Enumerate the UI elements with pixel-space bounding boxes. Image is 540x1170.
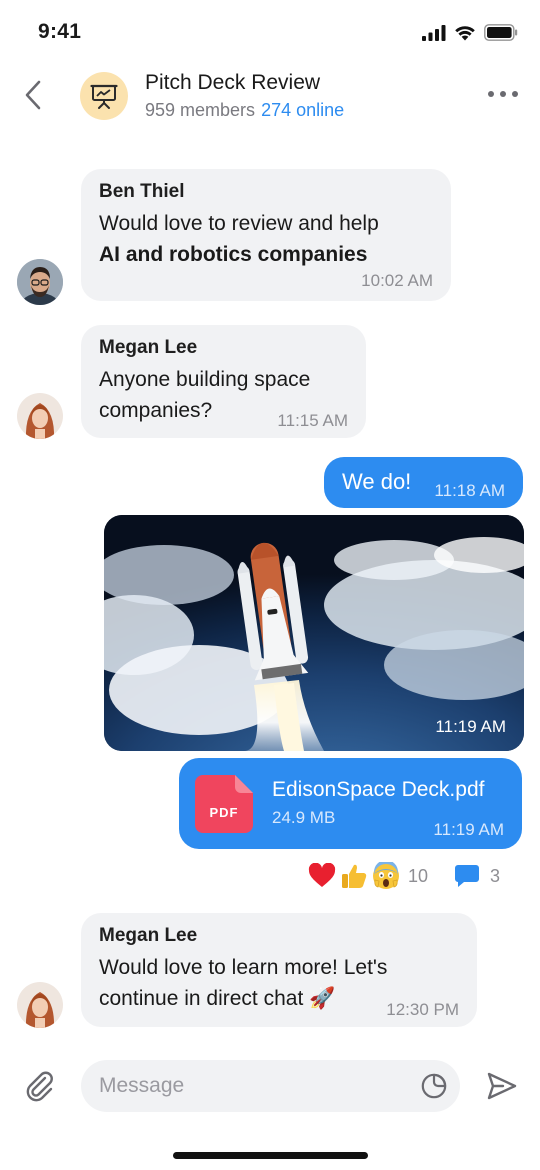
message-sender: Ben Thiel [99, 181, 185, 202]
chat-subtitle: 959 members 274 online [145, 100, 344, 121]
avatar-megan-lee[interactable] [17, 393, 63, 439]
comment-count: 3 [490, 865, 501, 886]
message-bubble-incoming[interactable]: Megan Lee Anyone building space companie… [81, 325, 366, 438]
sticker-icon [421, 1073, 447, 1099]
chat-title[interactable]: Pitch Deck Review [145, 71, 320, 95]
message-bubble-incoming[interactable]: Ben Thiel Would love to review and help … [81, 169, 451, 301]
chevron-left-icon [25, 80, 41, 110]
sticker-button[interactable] [420, 1072, 448, 1100]
image-time: 11:19 AM [435, 717, 506, 736]
paperclip-icon [26, 1071, 53, 1102]
message-time: 11:19 AM [433, 820, 504, 839]
message-input-wrapper [81, 1060, 460, 1112]
message-text: Would love to learn more! Let's [99, 956, 388, 979]
member-count: 959 members [145, 100, 256, 120]
avatar-ben-thiel[interactable] [17, 259, 63, 305]
signal-icon [422, 24, 446, 41]
status-icons [422, 24, 518, 41]
message-text: Anyone building space [99, 368, 311, 391]
status-time: 9:41 [38, 20, 82, 43]
message-sender: Megan Lee [99, 925, 198, 946]
screaming-face-icon[interactable] [372, 862, 400, 890]
status-bar: 9:41 [0, 0, 540, 66]
message-bubble-incoming[interactable]: Megan Lee Would love to learn more! Let'… [81, 913, 477, 1027]
pdf-file-icon [195, 775, 253, 833]
message-text: Would love to review and help [99, 212, 379, 235]
reactions-bar[interactable]: 10 3 [308, 860, 526, 892]
file-size: 24.9 MB [272, 808, 336, 827]
avatar-megan-lee[interactable] [17, 982, 63, 1028]
heart-icon[interactable] [308, 862, 336, 890]
dot-icon [512, 91, 518, 97]
send-button[interactable] [484, 1068, 520, 1104]
thumbs-up-icon[interactable] [340, 862, 368, 890]
message-text: We do! [342, 469, 412, 494]
presentation-board-icon [90, 84, 118, 109]
message-composer [0, 1058, 540, 1114]
wifi-icon [455, 25, 475, 40]
file-name: EdisonSpace Deck.pdf [272, 778, 485, 801]
avatar-photo [17, 259, 63, 305]
home-indicator[interactable] [173, 1152, 368, 1159]
file-message[interactable]: PDF EdisonSpace Deck.pdf 24.9 MB 11:19 A… [179, 758, 522, 849]
message-time: 11:15 AM [277, 411, 348, 430]
avatar-photo [17, 393, 63, 439]
online-count: 274 online [261, 100, 345, 120]
back-button[interactable] [16, 78, 50, 112]
avatar-photo [17, 982, 63, 1028]
reaction-count: 10 [408, 865, 429, 886]
send-icon [487, 1072, 517, 1100]
dot-icon [500, 91, 506, 97]
chat-header: Pitch Deck Review 959 members 274 online [0, 66, 540, 156]
pdf-badge: PDF [209, 805, 239, 820]
message-bubble-outgoing[interactable]: We do! 11:18 AM [324, 457, 523, 508]
battery-icon [484, 24, 518, 41]
message-time: 10:02 AM [361, 271, 433, 290]
rocket-launch-image [104, 515, 524, 751]
message-sender: Megan Lee [99, 337, 198, 358]
image-message[interactable]: 11:19 AM [104, 515, 524, 751]
message-time: 11:18 AM [434, 481, 505, 500]
comment-bubble-icon[interactable] [454, 863, 480, 889]
message-input[interactable] [99, 1060, 399, 1112]
more-options-button[interactable] [488, 86, 518, 102]
message-time: 12:30 PM [386, 1000, 459, 1019]
dot-icon [488, 91, 494, 97]
group-avatar[interactable] [80, 72, 128, 120]
message-text: companies? [99, 399, 213, 422]
message-text: continue in direct chat 🚀 [99, 987, 336, 1010]
attach-button[interactable] [22, 1068, 58, 1104]
message-text-bold: AI and robotics companies [99, 243, 368, 266]
